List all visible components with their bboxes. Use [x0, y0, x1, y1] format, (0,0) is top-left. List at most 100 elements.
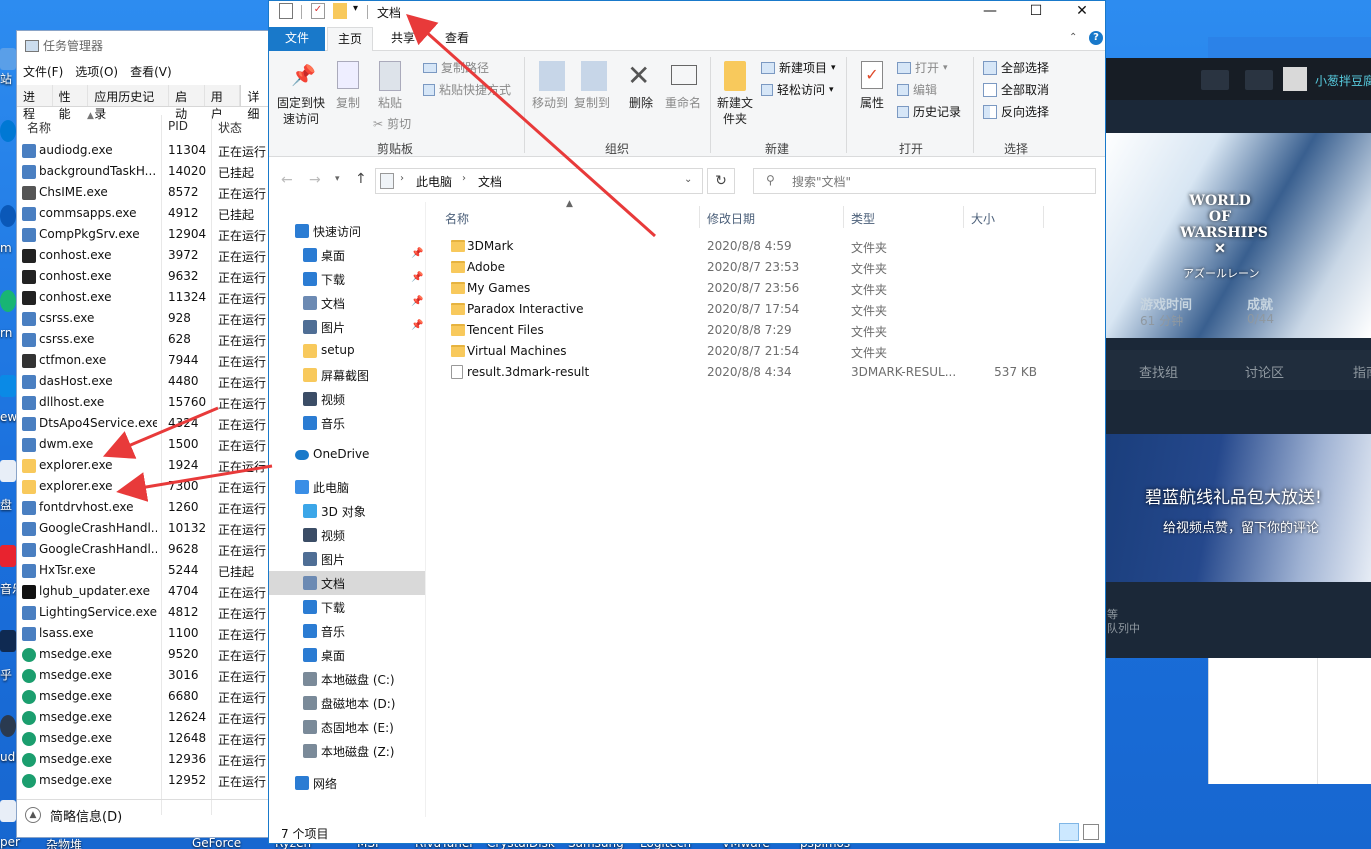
column-header-name[interactable]: 名称: [27, 119, 51, 136]
desktop-shortcut-icon[interactable]: [0, 630, 16, 652]
copy-to-button[interactable]: 复制到: [569, 95, 615, 111]
notifications-icon[interactable]: [1245, 70, 1273, 90]
select-none-button[interactable]: 全部取消: [983, 81, 1049, 98]
new-folder-icon[interactable]: [333, 3, 347, 19]
nav-item[interactable]: 桌面: [269, 643, 425, 667]
delete-button[interactable]: 删除: [623, 95, 659, 111]
column-divider[interactable]: [699, 206, 700, 228]
move-to-button[interactable]: 移动到: [527, 95, 573, 111]
explorer-titlebar[interactable]: ✓ ▾ 文档 — ☐ ✕: [269, 1, 1105, 23]
ribbon-collapse-icon[interactable]: ⌃: [1069, 32, 1077, 43]
process-row[interactable]: ctfmon.exe 7944 正在运行: [17, 351, 275, 372]
paste-shortcut-button[interactable]: 粘贴快捷方式: [423, 81, 511, 98]
chevron-down-icon[interactable]: ⌄: [684, 174, 692, 185]
nav-item[interactable]: 视频: [269, 523, 425, 547]
process-row[interactable]: ChsIME.exe 8572 正在运行: [17, 183, 275, 204]
menu-options[interactable]: 选项(O): [75, 63, 118, 80]
promo-banner[interactable]: [1105, 434, 1371, 582]
process-row[interactable]: backgroundTaskH... 14020 已挂起: [17, 162, 275, 183]
process-row[interactable]: msedge.exe 12648 正在运行: [17, 729, 275, 750]
process-row[interactable]: conhost.exe 11324 正在运行: [17, 288, 275, 309]
desktop-shortcut-icon[interactable]: [0, 120, 16, 142]
desktop-shortcut-icon[interactable]: [0, 715, 16, 737]
process-row[interactable]: csrss.exe 628 正在运行: [17, 330, 275, 351]
desktop-shortcut-icon[interactable]: [0, 48, 16, 70]
customize-toolbar-icon[interactable]: ▾: [353, 3, 358, 14]
file-row[interactable]: My Games 2020/8/7 23:56 文件夹: [439, 279, 1079, 300]
details-view-button[interactable]: [1059, 823, 1079, 841]
tab-processes[interactable]: 进程: [17, 85, 53, 121]
nav-item[interactable]: 此电脑: [269, 475, 425, 499]
back-button[interactable]: ←: [281, 172, 293, 188]
process-row[interactable]: DtsApo4Service.exe 4324 正在运行: [17, 414, 275, 435]
menu-view[interactable]: 查看(V): [130, 63, 172, 80]
column-divider[interactable]: [1043, 206, 1044, 228]
process-row[interactable]: dasHost.exe 4480 正在运行: [17, 372, 275, 393]
invert-selection-button[interactable]: 反向选择: [983, 103, 1049, 120]
open-button[interactable]: 打开 ▾: [897, 59, 948, 76]
close-button[interactable]: ✕: [1059, 1, 1105, 23]
nav-item[interactable]: 视频: [269, 387, 425, 411]
process-row[interactable]: msedge.exe 12952 正在运行: [17, 771, 275, 792]
column-header-size[interactable]: 大小: [971, 210, 995, 227]
file-row[interactable]: Adobe 2020/8/7 23:53 文件夹: [439, 258, 1079, 279]
column-divider[interactable]: [963, 206, 964, 228]
select-all-button[interactable]: 全部选择: [983, 59, 1049, 76]
pane-divider[interactable]: [425, 202, 426, 817]
process-row[interactable]: explorer.exe 7300 正在运行: [17, 477, 275, 498]
copy-button[interactable]: 复制: [331, 95, 365, 111]
minimize-button[interactable]: —: [967, 1, 1013, 23]
paste-button[interactable]: 粘贴: [373, 95, 407, 111]
file-row[interactable]: Paradox Interactive 2020/8/7 17:54 文件夹: [439, 300, 1079, 321]
column-header-type[interactable]: 类型: [851, 210, 875, 227]
history-button[interactable]: 历史记录: [897, 103, 961, 120]
nav-item[interactable]: 文档 📌: [269, 291, 425, 315]
new-folder-button[interactable]: 新建文件夹: [715, 95, 755, 127]
avatar[interactable]: [1283, 67, 1307, 91]
nav-item[interactable]: 桌面 📌: [269, 243, 425, 267]
nav-item[interactable]: 盘磁地本 (D:): [269, 691, 425, 715]
file-row[interactable]: Tencent Files 2020/8/8 7:29 文件夹: [439, 321, 1079, 342]
nav-item[interactable]: 态固地本 (E:): [269, 715, 425, 739]
nav-discussions[interactable]: 讨论区: [1245, 362, 1284, 381]
rename-button[interactable]: 重命名: [661, 95, 705, 111]
desktop-shortcut-icon[interactable]: [0, 290, 16, 312]
process-row[interactable]: audiodg.exe 11304 正在运行: [17, 141, 275, 162]
steam-username[interactable]: 小葱拌豆腐: [1315, 72, 1371, 89]
nav-item[interactable]: 下载: [269, 595, 425, 619]
process-row[interactable]: GoogleCrashHandl... 10132 正在运行: [17, 519, 275, 540]
tab-app-history[interactable]: 应用历史记录: [88, 85, 170, 121]
tab-users[interactable]: 用户: [204, 85, 241, 121]
broadcast-icon[interactable]: [1201, 70, 1229, 90]
file-row[interactable]: Virtual Machines 2020/8/7 21:54 文件夹: [439, 342, 1079, 363]
nav-item[interactable]: 本地磁盘 (C:): [269, 667, 425, 691]
pin-icon[interactable]: 📌: [411, 248, 423, 259]
new-item-button[interactable]: 新建项目 ▾: [761, 59, 836, 76]
nav-item[interactable]: OneDrive: [269, 443, 425, 467]
chevron-up-icon[interactable]: ▲: [25, 807, 41, 823]
file-row[interactable]: 3DMark 2020/8/8 4:59 文件夹: [439, 237, 1079, 258]
process-row[interactable]: commsapps.exe 4912 已挂起: [17, 204, 275, 225]
task-manager-titlebar[interactable]: 任务管理器: [25, 37, 103, 54]
process-row[interactable]: GoogleCrashHandl... 9628 正在运行: [17, 540, 275, 561]
edit-button[interactable]: 编辑: [897, 81, 937, 98]
process-row[interactable]: conhost.exe 3972 正在运行: [17, 246, 275, 267]
column-header-name[interactable]: 名称: [445, 210, 469, 227]
forward-button[interactable]: →: [309, 172, 321, 188]
address-bar[interactable]: › 此电脑 › 文档 ⌄: [375, 168, 703, 194]
pin-icon[interactable]: 📌: [411, 320, 423, 331]
nav-item[interactable]: 图片 📌: [269, 315, 425, 339]
column-header-pid[interactable]: PID: [168, 119, 188, 133]
properties-icon[interactable]: ✓: [311, 3, 325, 19]
nav-item[interactable]: 本地磁盘 (Z:): [269, 739, 425, 763]
column-divider[interactable]: [843, 206, 844, 228]
process-row[interactable]: explorer.exe 1924 正在运行: [17, 456, 275, 477]
nav-item[interactable]: 快速访问: [269, 219, 425, 243]
large-icons-view-button[interactable]: [1083, 824, 1099, 840]
fewer-details-button[interactable]: 简略信息(D): [50, 806, 122, 825]
pin-to-quick-access-button[interactable]: 固定到快速访问: [273, 95, 329, 127]
process-row[interactable]: conhost.exe 9632 正在运行: [17, 267, 275, 288]
nav-item[interactable]: 下载 📌: [269, 267, 425, 291]
process-row[interactable]: HxTsr.exe 5244 已挂起: [17, 561, 275, 582]
properties-button[interactable]: 属性: [855, 95, 889, 111]
